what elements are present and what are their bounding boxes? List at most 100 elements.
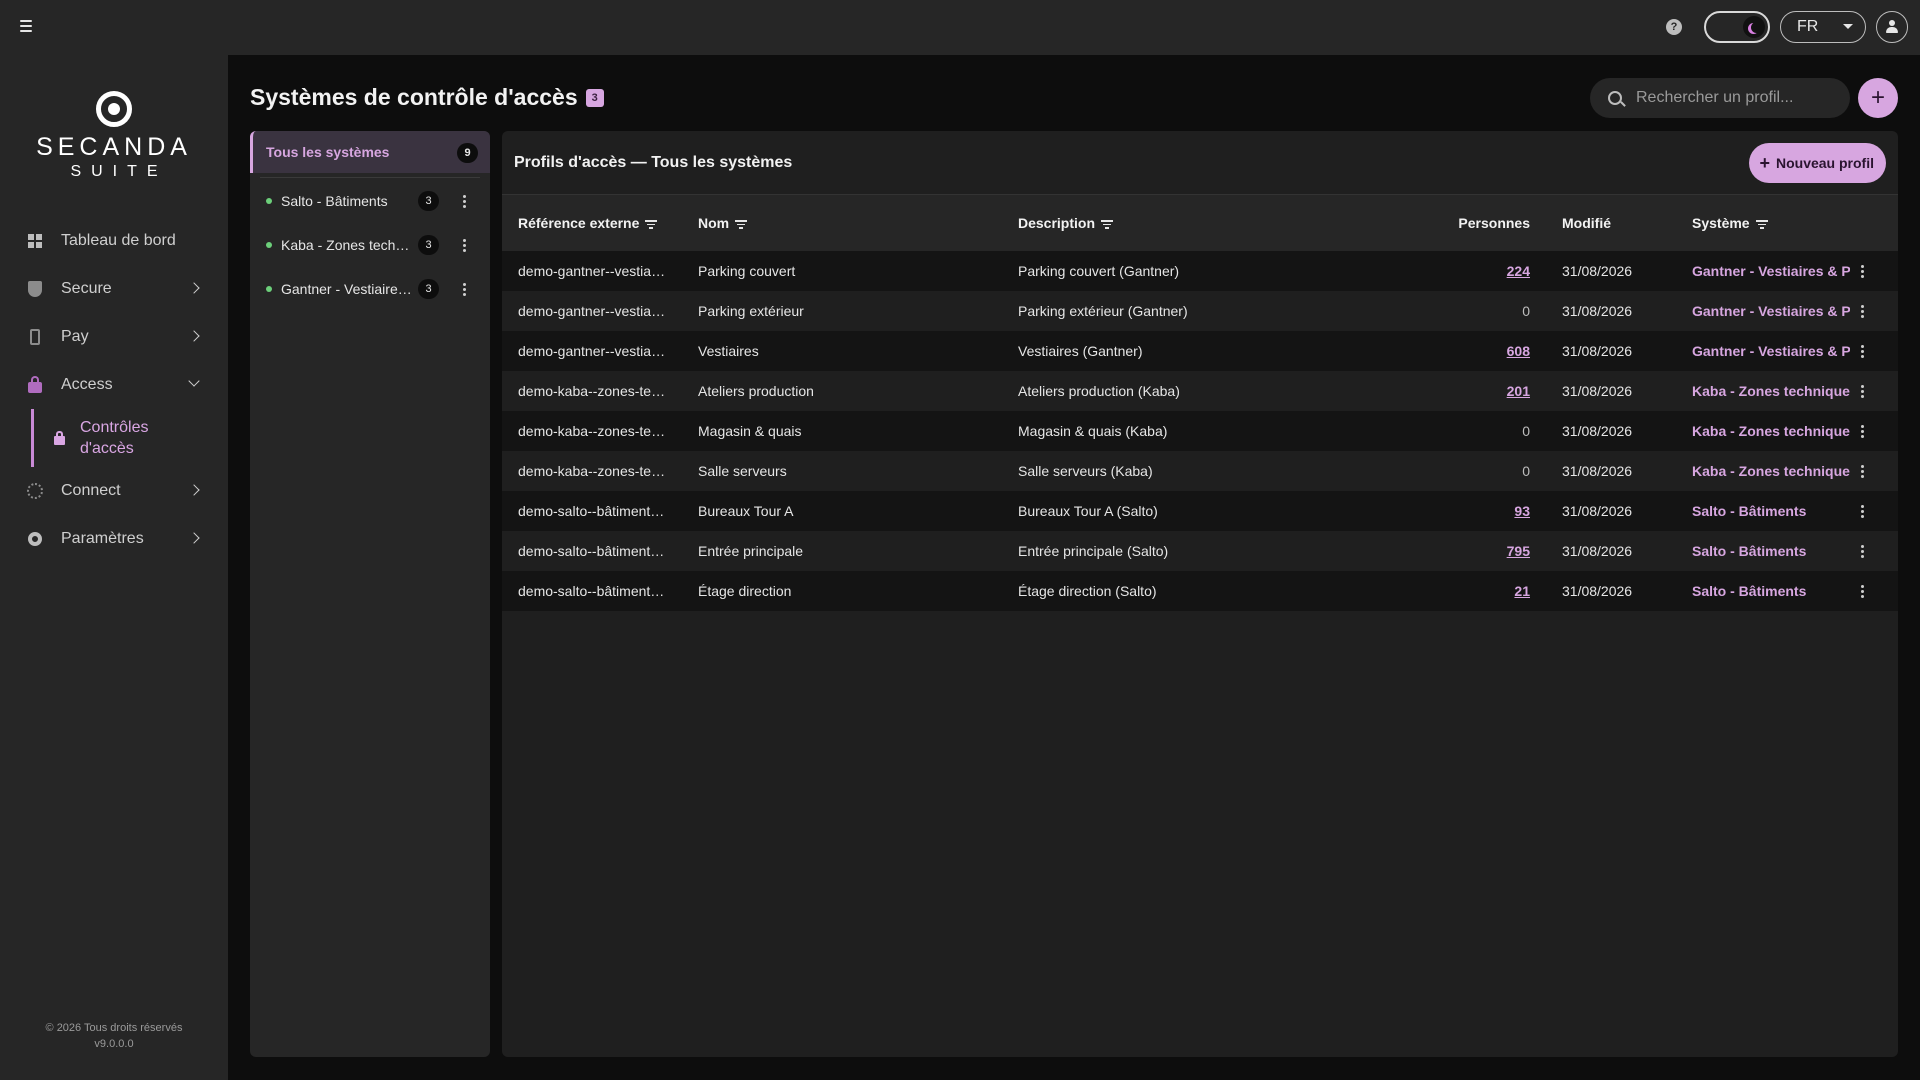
table-row[interactable]: demo-kaba--zones-techniques-1 Ateliers pr… xyxy=(502,371,1898,411)
cell-system[interactable]: Salto - Bâtiments xyxy=(1676,531,1850,571)
column-header-ref[interactable]: Référence externe xyxy=(502,195,682,251)
sidebar-item-pay[interactable]: Pay xyxy=(0,313,228,361)
chevron-right-icon xyxy=(188,484,200,496)
more-options-icon[interactable] xyxy=(1860,344,1864,358)
globe-icon xyxy=(27,483,43,499)
persons-link[interactable]: 93 xyxy=(1514,503,1530,519)
theme-toggle[interactable] xyxy=(1704,11,1770,43)
search-input[interactable] xyxy=(1636,89,1836,107)
cell-system[interactable]: Kaba - Zones techniques xyxy=(1676,411,1850,451)
sidebar-subitem-controles-acces[interactable]: Contrôles d'accès xyxy=(31,409,228,467)
moon-icon xyxy=(1751,22,1762,33)
cell-ref: demo-salto--bâtiments-3 xyxy=(518,583,670,599)
more-options-icon[interactable] xyxy=(1860,384,1864,398)
cell-system[interactable]: Gantner - Vestiaires & Parking xyxy=(1676,291,1850,331)
cell-description: Vestiaires (Gantner) xyxy=(1018,343,1143,359)
cell-system[interactable]: Salto - Bâtiments xyxy=(1676,491,1850,531)
cell-description: Étage direction (Salto) xyxy=(1018,583,1157,599)
shield-icon xyxy=(27,281,43,297)
table-row[interactable]: demo-kaba--zones-techniques-3 Salle serve… xyxy=(502,451,1898,491)
add-button[interactable]: + xyxy=(1858,78,1898,118)
logo-mark-icon xyxy=(96,91,132,127)
column-header-system[interactable]: Système xyxy=(1676,195,1850,251)
persons-count: 0 xyxy=(1522,303,1530,319)
persons-link[interactable]: 795 xyxy=(1507,543,1530,559)
more-options-icon[interactable] xyxy=(462,239,466,252)
table-row[interactable]: demo-gantner--vestiaires-parking-2 Parkin… xyxy=(502,291,1898,331)
cell-name: Salle serveurs xyxy=(698,463,787,479)
column-header-description[interactable]: Description xyxy=(1002,195,1422,251)
persons-link[interactable]: 21 xyxy=(1514,583,1530,599)
system-item[interactable]: Salto - Bâtiments 3 xyxy=(250,179,490,223)
user-menu-button[interactable] xyxy=(1876,11,1908,43)
persons-link[interactable]: 224 xyxy=(1507,263,1530,279)
column-header-name[interactable]: Nom xyxy=(682,195,1002,251)
logo[interactable]: SECANDA SUITE xyxy=(0,91,228,181)
table-header-row: Référence externe Nom Description Person… xyxy=(502,195,1898,251)
cell-ref: demo-gantner--vestiaires-parking-2 xyxy=(518,303,682,319)
more-options-icon[interactable] xyxy=(462,283,466,296)
systems-all-item[interactable]: Tous les systèmes 9 xyxy=(250,131,490,173)
cell-description: Salle serveurs (Kaba) xyxy=(1018,463,1153,479)
column-header-modified[interactable]: Modifié xyxy=(1546,195,1676,251)
cell-description: Bureaux Tour A (Salto) xyxy=(1018,503,1158,519)
table-row[interactable]: demo-salto--bâtiments-1 Bureaux Tour A Bur… xyxy=(502,491,1898,531)
more-options-icon[interactable] xyxy=(1860,264,1864,278)
theme-knob xyxy=(1743,16,1765,38)
help-icon[interactable]: ? xyxy=(1666,19,1682,35)
cell-system[interactable]: Gantner - Vestiaires & Parking xyxy=(1676,251,1850,291)
cell-actions xyxy=(1850,411,1898,451)
systems-count-badge: 3 xyxy=(585,88,604,107)
system-item[interactable]: Kaba - Zones techniques 3 xyxy=(250,223,490,267)
table-row[interactable]: demo-salto--bâtiments-2 Entrée principale… xyxy=(502,531,1898,571)
more-options-icon[interactable] xyxy=(1860,584,1864,598)
cell-ref: demo-salto--bâtiments-1 xyxy=(518,503,670,519)
chevron-right-icon xyxy=(188,330,200,342)
system-item[interactable]: Gantner - Vestiaires & Parking 3 xyxy=(250,267,490,311)
more-options-icon[interactable] xyxy=(1860,424,1864,438)
sidebar-item-secure[interactable]: Secure xyxy=(0,265,228,313)
count-pill: 3 xyxy=(418,191,439,211)
language-select[interactable]: FR xyxy=(1780,11,1866,43)
sidebar-item-connect[interactable]: Connect xyxy=(0,467,228,515)
sidebar-item-parametres[interactable]: Paramètres xyxy=(0,515,228,563)
cell-ref: demo-gantner--vestiaires-parking-3 xyxy=(518,343,682,359)
menu-icon[interactable] xyxy=(17,17,35,37)
system-name: Kaba - Zones techniques xyxy=(281,237,413,253)
persons-link[interactable]: 608 xyxy=(1507,343,1530,359)
count-pill: 3 xyxy=(418,235,439,255)
table-row[interactable]: demo-kaba--zones-techniques-2 Magasin & q… xyxy=(502,411,1898,451)
cell-system[interactable]: Salto - Bâtiments xyxy=(1676,571,1850,611)
cell-name: Parking extérieur xyxy=(698,303,804,319)
search-bar[interactable] xyxy=(1590,78,1850,118)
more-options-icon[interactable] xyxy=(462,195,466,208)
sidebar-subitem-label: Contrôles d'accès xyxy=(80,419,149,457)
new-profile-label: Nouveau profil xyxy=(1775,155,1874,171)
cell-system[interactable]: Gantner - Vestiaires & Parking xyxy=(1676,331,1850,371)
cell-ref: demo-gantner--vestiaires-parking-1 xyxy=(518,263,682,279)
persons-link[interactable]: 201 xyxy=(1507,383,1530,399)
status-dot-icon xyxy=(266,198,272,204)
table-row[interactable]: demo-gantner--vestiaires-parking-3 Vestia… xyxy=(502,331,1898,371)
more-options-icon[interactable] xyxy=(1860,544,1864,558)
cell-modified: 31/08/2026 xyxy=(1562,383,1633,399)
cell-system[interactable]: Kaba - Zones techniques xyxy=(1676,451,1850,491)
new-profile-button[interactable]: + Nouveau profil xyxy=(1749,143,1886,183)
systems-all-label: Tous les systèmes xyxy=(266,144,390,160)
cell-persons: 795 xyxy=(1422,531,1546,571)
table-row[interactable]: demo-salto--bâtiments-3 Étage direction Ét… xyxy=(502,571,1898,611)
status-dot-icon xyxy=(266,242,272,248)
system-name: Salto - Bâtiments xyxy=(281,193,388,209)
more-options-icon[interactable] xyxy=(1860,304,1864,318)
table-row[interactable]: demo-gantner--vestiaires-parking-1 Parkin… xyxy=(502,251,1898,291)
sidebar-item-access[interactable]: Access xyxy=(0,361,228,409)
cell-name: Ateliers production xyxy=(698,383,814,399)
cell-description: Parking extérieur (Gantner) xyxy=(1018,303,1188,319)
cell-actions xyxy=(1850,371,1898,411)
more-options-icon[interactable] xyxy=(1860,504,1864,518)
sidebar-item-label: Access xyxy=(61,376,113,393)
more-options-icon[interactable] xyxy=(1860,464,1864,478)
cell-system[interactable]: Kaba - Zones techniques xyxy=(1676,371,1850,411)
column-header-persons[interactable]: Personnes xyxy=(1422,195,1546,251)
sidebar-item-tableau-de-bord[interactable]: Tableau de bord xyxy=(0,217,228,265)
